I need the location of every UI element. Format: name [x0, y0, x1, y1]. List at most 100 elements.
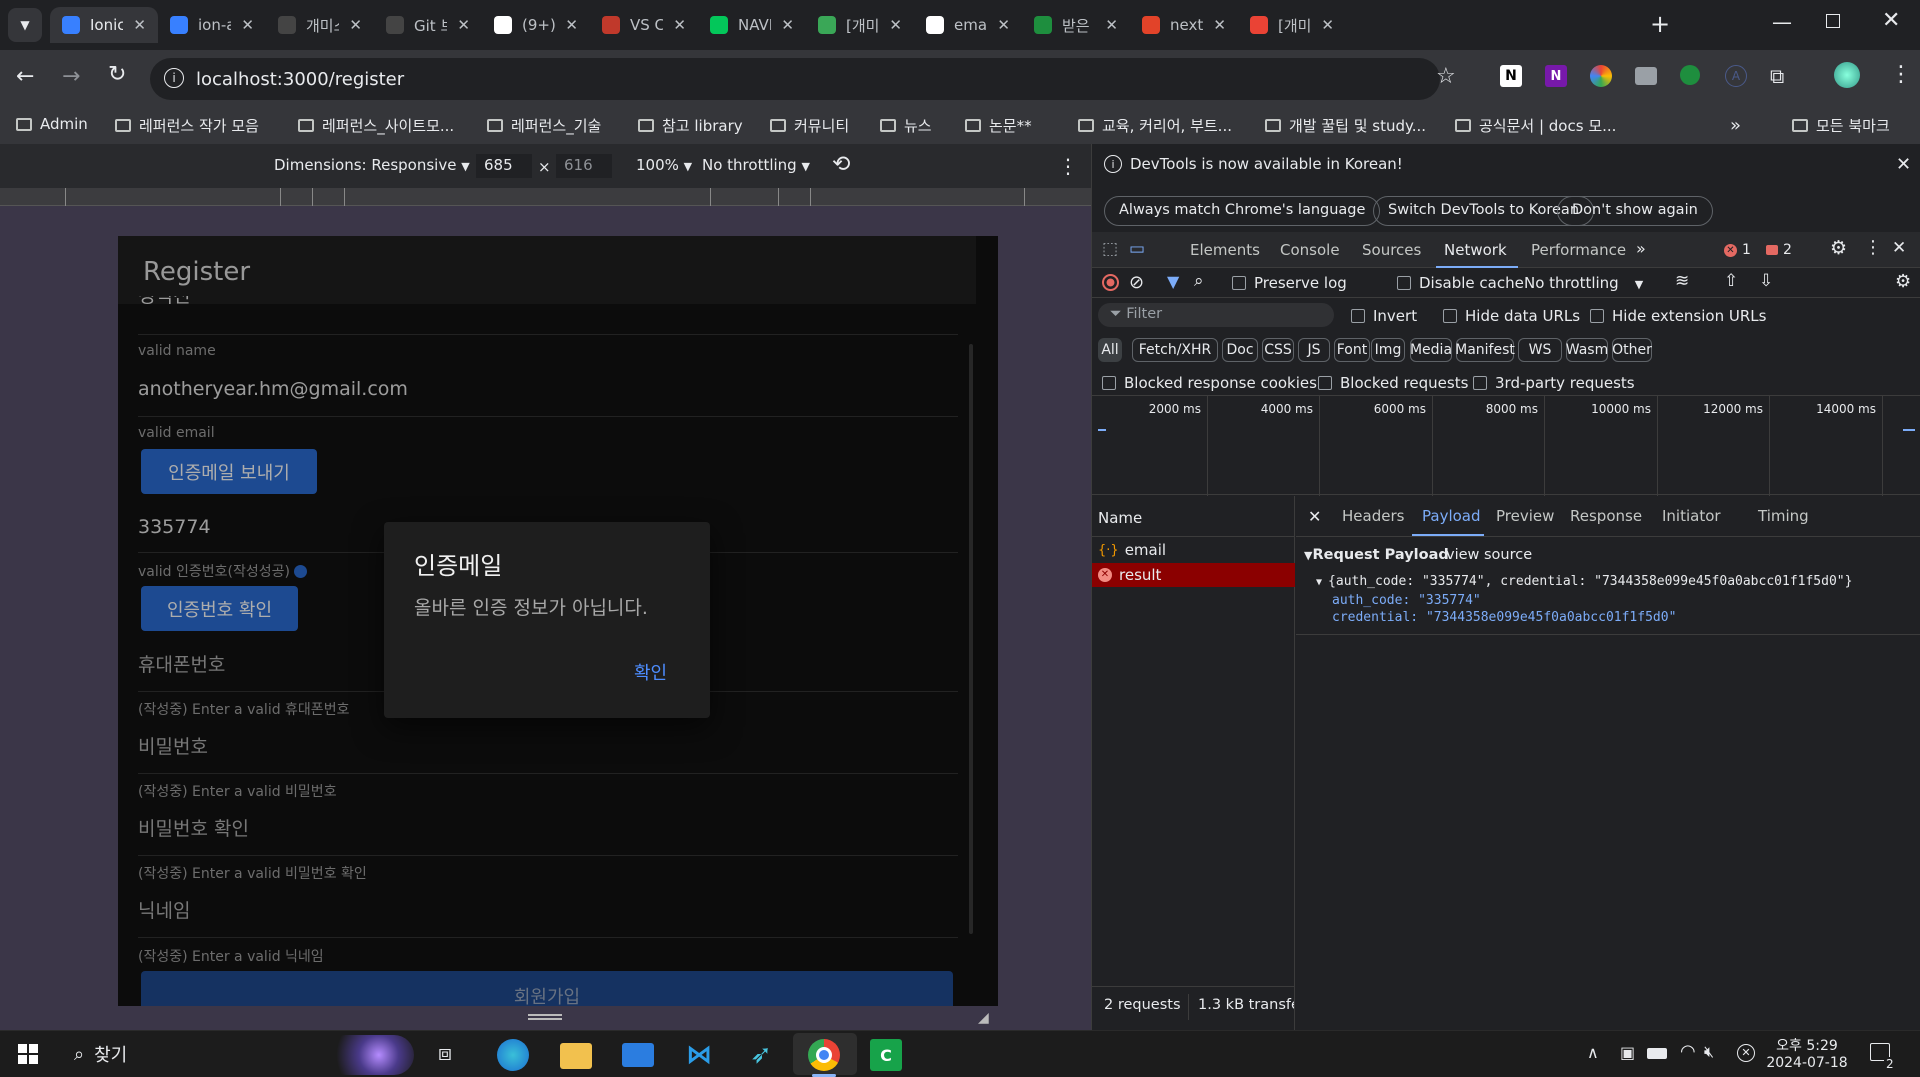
close-tab-icon[interactable]: ✕	[997, 16, 1010, 34]
browser-tab[interactable]: 개미스 ✕	[266, 7, 374, 43]
reload-icon[interactable]: ↻	[108, 62, 126, 87]
bookmark-folder[interactable]: Admin	[16, 115, 88, 133]
error-count-badge[interactable]: ✕ 1	[1724, 242, 1751, 258]
show-hidden-icons[interactable]: ∧	[1587, 1043, 1599, 1062]
blocked-requests-checkbox[interactable]: Blocked requests	[1318, 374, 1468, 392]
close-tab-icon[interactable]: ✕	[889, 16, 902, 34]
payload-summary[interactable]: ▼ {auth_code: "335774", credential: "734…	[1316, 574, 1852, 589]
close-window-button[interactable]: ✕	[1882, 8, 1900, 33]
browser-tab[interactable]: (9+) [T ✕	[482, 7, 590, 43]
bookmark-star-icon[interactable]: ☆	[1436, 64, 1456, 89]
close-tab-icon[interactable]: ✕	[457, 16, 470, 34]
close-tab-icon[interactable]: ✕	[781, 16, 794, 34]
preserve-log-checkbox[interactable]: Preserve log	[1232, 274, 1347, 292]
wifi-icon[interactable]: ◠	[1680, 1041, 1696, 1062]
browser-tab[interactable]: NAVER ✕	[698, 7, 806, 43]
browser-tab[interactable]: Ionic A ✕	[50, 7, 158, 43]
all-bookmarks-folder[interactable]: 모든 북마크	[1792, 115, 1890, 136]
bookmark-folder[interactable]: 교육, 커리어, 부트...	[1078, 115, 1232, 136]
clipchamp-icon[interactable]: C	[870, 1039, 902, 1071]
bookmark-folder[interactable]: 레퍼런스 작가 모음	[115, 115, 259, 136]
devtools-tab-network[interactable]: Network	[1444, 241, 1507, 259]
bookmark-folder[interactable]: 커뮤니티	[770, 115, 849, 136]
type-filter-other[interactable]: Other	[1612, 338, 1652, 362]
bookmark-folder[interactable]: 공식문서 | docs 모...	[1455, 115, 1616, 136]
new-tab-button[interactable]: +	[1650, 10, 1670, 38]
type-filter-ws[interactable]: WS	[1518, 338, 1562, 362]
printer-extension-icon[interactable]	[1635, 67, 1657, 85]
zoom-select[interactable]: 100% ▼	[636, 156, 692, 174]
alert-confirm-button[interactable]: 확인	[628, 655, 673, 689]
inspect-element-icon[interactable]: ⬚	[1102, 239, 1118, 259]
status-x-icon[interactable]: ✕	[1737, 1044, 1755, 1062]
devtools-menu-icon[interactable]: ⋮	[1864, 237, 1882, 258]
device-icon[interactable]: ▣	[1620, 1043, 1635, 1062]
wifi-conditions-icon[interactable]: ≋	[1675, 271, 1689, 291]
detail-tab-initiator[interactable]: Initiator	[1662, 507, 1721, 525]
detail-tab-response[interactable]: Response	[1570, 507, 1642, 525]
tab-search-button[interactable]: ▼	[8, 8, 42, 42]
record-stop-icon[interactable]	[1102, 274, 1119, 291]
clear-icon[interactable]: ⊘	[1129, 272, 1144, 293]
clock-time[interactable]: 오후 5:29	[1776, 1035, 1838, 1055]
blocked-cookies-checkbox[interactable]: Blocked response cookies	[1102, 374, 1317, 392]
mute-speaker-icon[interactable]: 🔇︎	[1704, 1042, 1714, 1062]
more-tabs-icon[interactable]: »	[1636, 239, 1646, 258]
payload-field[interactable]: auth_code: "335774"	[1332, 593, 1481, 608]
resize-corner-icon[interactable]: ◢	[978, 1010, 989, 1026]
match-language-button[interactable]: Always match Chrome's language	[1104, 196, 1381, 226]
payload-section-header[interactable]: ▼Request Payload	[1304, 547, 1449, 563]
close-devtools-icon[interactable]: ✕	[1892, 238, 1906, 258]
devtools-tab-sources[interactable]: Sources	[1362, 241, 1421, 259]
browser-menu-icon[interactable]: ⋮	[1890, 62, 1912, 87]
close-tab-icon[interactable]: ✕	[1105, 16, 1118, 34]
request-row-error[interactable]: ✕ result	[1092, 563, 1295, 587]
a-extension-icon[interactable]: A	[1725, 65, 1747, 87]
filter-input[interactable]: ⏷ Filter	[1098, 303, 1334, 327]
hide-data-urls-checkbox[interactable]: Hide data URLs	[1443, 307, 1580, 325]
detail-tab-timing[interactable]: Timing	[1758, 507, 1809, 525]
forward-icon[interactable]: →	[62, 64, 80, 89]
site-info-icon[interactable]: i	[164, 68, 184, 88]
width-input[interactable]: 685	[476, 154, 532, 178]
filter-icon[interactable]: ▼	[1167, 272, 1179, 291]
back-icon[interactable]: ←	[16, 64, 34, 89]
close-tab-icon[interactable]: ✕	[673, 16, 686, 34]
type-filter-css[interactable]: CSS	[1262, 338, 1294, 362]
type-filter-js[interactable]: JS	[1298, 338, 1330, 362]
extensions-puzzle-icon[interactable]: ⧉	[1770, 64, 1784, 88]
payload-field[interactable]: credential: "7344358e099e45f0a0abcc01f1f…	[1332, 610, 1676, 625]
battery-icon[interactable]	[1647, 1048, 1667, 1059]
bookmark-folder[interactable]: 뉴스	[880, 115, 932, 136]
devtools-tab-elements[interactable]: Elements	[1190, 241, 1260, 259]
name-column-header[interactable]: Name	[1098, 509, 1142, 527]
browser-tab[interactable]: VS Co ✕	[590, 7, 698, 43]
profile-avatar[interactable]	[1834, 62, 1860, 88]
close-detail-icon[interactable]: ✕	[1308, 507, 1321, 526]
export-har-icon[interactable]: ⇩	[1759, 271, 1773, 291]
onenote-extension-icon[interactable]: N	[1545, 65, 1567, 87]
type-filter-font[interactable]: Font	[1334, 338, 1370, 362]
dimensions-select[interactable]: Dimensions: Responsive ▼	[274, 156, 470, 174]
close-tab-icon[interactable]: ✕	[349, 16, 362, 34]
color-extension-icon[interactable]	[1590, 65, 1612, 87]
close-tab-icon[interactable]: ✕	[1321, 16, 1334, 34]
hide-extension-urls-checkbox[interactable]: Hide extension URLs	[1590, 307, 1766, 325]
type-filter-fetch-xhr[interactable]: Fetch/XHR	[1132, 338, 1218, 362]
import-har-icon[interactable]: ⇧	[1724, 271, 1738, 291]
invert-checkbox[interactable]: Invert	[1351, 307, 1417, 325]
third-party-checkbox[interactable]: 3rd-party requests	[1473, 374, 1635, 392]
windows-start-icon[interactable]	[18, 1044, 38, 1064]
more-bookmarks-icon[interactable]: »	[1730, 115, 1741, 136]
device-more-icon[interactable]: ⋮	[1058, 154, 1078, 178]
browser-tab[interactable]: 받은 D ✕	[1022, 7, 1130, 43]
devtools-tab-console[interactable]: Console	[1280, 241, 1340, 259]
address-bar[interactable]: i localhost:3000/register ☆	[150, 58, 1456, 100]
browser-tab[interactable]: email. ✕	[914, 7, 1022, 43]
height-input[interactable]: 616	[556, 154, 612, 178]
browser-tab[interactable]: ion-ale ✕	[158, 7, 266, 43]
throttling-select[interactable]: No throttling ▼	[702, 156, 810, 174]
bookmark-folder[interactable]: 레퍼런스_기술	[487, 115, 601, 136]
network-settings-icon[interactable]: ⚙	[1895, 271, 1911, 292]
task-view-icon[interactable]: ⧈	[438, 1041, 452, 1066]
